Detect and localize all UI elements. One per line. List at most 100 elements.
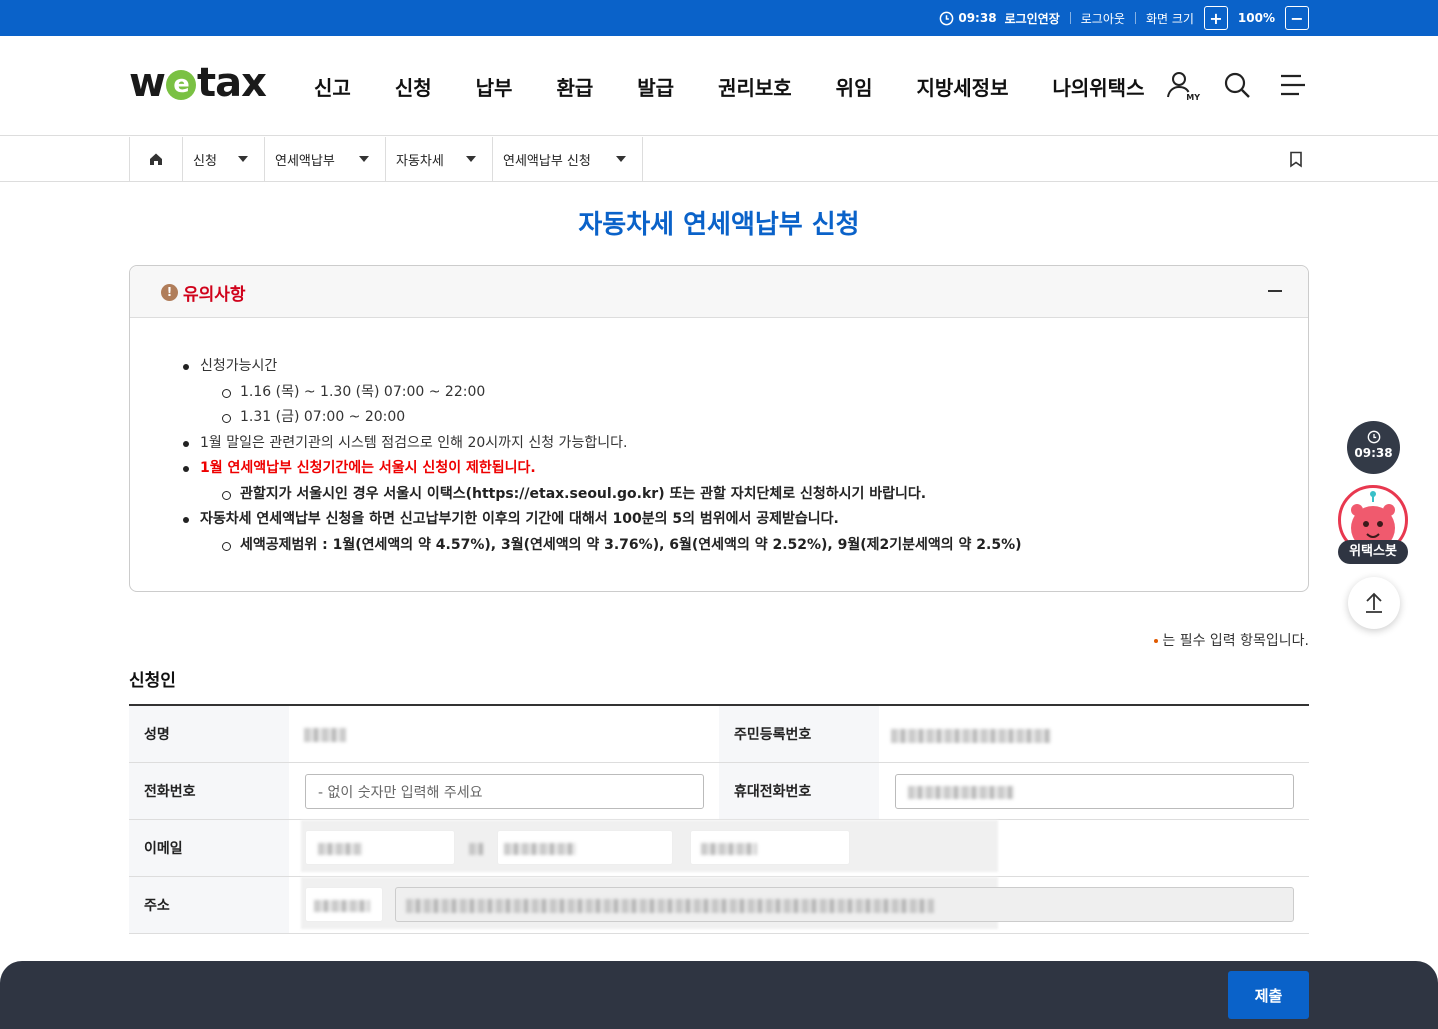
arrow-up-icon	[1366, 592, 1382, 613]
extend-login-button[interactable]: 로그인연장	[1005, 10, 1060, 27]
address-input[interactable]	[395, 887, 1294, 922]
nav-delegate[interactable]: 위임	[836, 72, 873, 101]
mobile-value-redacted	[908, 786, 1014, 799]
address-redacted	[406, 899, 934, 913]
address-label: 주소	[129, 877, 289, 933]
logout-button[interactable]: 로그아웃	[1081, 10, 1125, 27]
required-dot-icon	[1154, 639, 1159, 643]
nav-local-tax-info[interactable]: 지방세정보	[916, 72, 1008, 101]
home-icon	[150, 153, 162, 165]
email-domain-select[interactable]	[690, 830, 850, 865]
mobile-input[interactable]	[895, 774, 1294, 809]
notice-list: 신청가능시간 1.16 (목) ~ 1.30 (목) 07:00 ~ 22:00…	[183, 354, 1022, 559]
screen-size-label: 화면 크기	[1145, 11, 1194, 26]
notice-subitem: 관할지가 서울시인 경우 서울시 이택스(https://etax.seoul.…	[200, 482, 1022, 508]
logo-e-mark: e	[165, 70, 196, 100]
notice-item: 1월 말일은 관련기관의 시스템 점검으로 인해 20시까지 신청 가능합니다.	[183, 431, 1022, 457]
zipcode-input[interactable]	[305, 887, 383, 922]
notice-panel: ! 유의사항 신청가능시간 1.16 (목) ~ 1.30 (목) 07:00 …	[129, 265, 1309, 592]
session-time: 09:38	[958, 11, 997, 25]
notice-subitem: 1.31 (금) 07:00 ~ 20:00	[200, 405, 1022, 431]
breadcrumb-label: 신청	[193, 153, 217, 169]
form-row-address: 주소	[129, 877, 1309, 934]
phone-label: 전화번호	[129, 763, 289, 819]
floating-time: 09:38	[1354, 446, 1393, 460]
email-id-input[interactable]	[305, 830, 455, 865]
my-label: MY	[1186, 93, 1200, 102]
breadcrumb-label: 자동차세	[396, 153, 444, 169]
notice-item: 신청가능시간	[183, 354, 1022, 380]
name-label: 성명	[129, 706, 289, 762]
zoom-in-button[interactable]: +	[1203, 6, 1228, 30]
clock-icon	[940, 11, 954, 25]
notice-item-warning: 1월 연세액납부 신청기간에는 서울시 신청이 제한됩니다.	[183, 456, 1022, 482]
logo-text-w: w	[129, 60, 166, 106]
nav-report[interactable]: 신고	[314, 72, 351, 101]
clock-icon	[1367, 430, 1381, 444]
main-nav: 신고 신청 납부 환급 발급 권리보호 위임 지방세정보 나의위택스	[314, 72, 1188, 101]
session-timer: 09:38 로그인연장	[939, 10, 1060, 27]
nav-rights[interactable]: 권리보호	[718, 72, 792, 101]
email-label: 이메일	[129, 820, 289, 876]
zipcode-redacted	[314, 900, 370, 912]
breadcrumb: 신청 연세액납부 자동차세 연세액납부 신청	[0, 137, 1438, 182]
zoom-out-button[interactable]: −	[1285, 6, 1309, 30]
required-note: 는 필수 입력 항목입니다.	[1154, 630, 1309, 650]
bookmark-icon[interactable]	[1289, 151, 1303, 172]
exclamation-icon: !	[161, 284, 178, 301]
required-note-text: 는 필수 입력 항목입니다.	[1162, 633, 1309, 649]
session-timer-floating[interactable]: 09:38	[1347, 421, 1400, 474]
wetax-logo[interactable]: w e tax	[129, 60, 267, 106]
email-domain-redacted	[504, 843, 576, 855]
scroll-top-button[interactable]	[1348, 577, 1400, 629]
breadcrumb-home[interactable]	[129, 137, 182, 181]
email-domain-input[interactable]	[497, 830, 673, 865]
form-row-email: 이메일	[129, 820, 1309, 877]
search-icon[interactable]	[1222, 70, 1252, 100]
breadcrumb-item-annual-apply[interactable]: 연세액납부 신청	[492, 137, 643, 181]
email-at-redacted	[469, 843, 483, 855]
bottom-action-bar	[0, 961, 1438, 1029]
header-icons: MY	[1166, 70, 1308, 102]
chevron-down-icon	[466, 156, 476, 162]
site-header: w e tax 신고 신청 납부 환급 발급 권리보호 위임 지방세정보 나의위택스…	[0, 36, 1438, 136]
rrn-label: 주민등록번호	[719, 706, 879, 762]
breadcrumb-item-vehicle-tax[interactable]: 자동차세	[385, 137, 492, 181]
nav-apply[interactable]: 신청	[395, 72, 432, 101]
phone-input[interactable]: - 없이 숫자만 입력해 주세요	[305, 774, 704, 809]
notice-header[interactable]: ! 유의사항	[130, 266, 1308, 318]
breadcrumb-item-annual-payment[interactable]: 연세액납부	[264, 137, 385, 181]
email-id-redacted	[318, 843, 362, 855]
notice-title: 유의사항	[183, 285, 246, 305]
notice-subitem: 1.16 (목) ~ 1.30 (목) 07:00 ~ 22:00	[200, 380, 1022, 406]
submit-button[interactable]: 제출	[1228, 971, 1309, 1019]
collapse-icon[interactable]	[1268, 290, 1282, 292]
form-row-name: 성명 주민등록번호	[129, 706, 1309, 763]
rrn-value-redacted	[891, 729, 1051, 743]
divider	[1069, 12, 1071, 24]
breadcrumb-label: 연세액납부	[275, 153, 335, 169]
notice-item: 자동차세 연세액납부 신청을 하면 신고납부기한 이후의 기간에 대해서 100…	[183, 507, 1022, 533]
name-value-redacted	[304, 728, 346, 742]
divider	[1134, 12, 1136, 24]
wetax-bot-label[interactable]: 위택스봇	[1338, 540, 1408, 564]
email-select-redacted	[701, 843, 757, 855]
my-page-icon[interactable]: MY	[1166, 70, 1200, 102]
page-title: 자동차세 연세액납부 신청	[578, 210, 860, 240]
breadcrumb-item-apply[interactable]: 신청	[182, 137, 264, 181]
chevron-down-icon	[616, 156, 626, 162]
mobile-label: 휴대전화번호	[719, 763, 879, 819]
logo-text-tax: tax	[196, 60, 267, 106]
applicant-form: 성명 주민등록번호 전화번호 - 없이 숫자만 입력해 주세요 휴대전화번호 이…	[129, 704, 1309, 934]
menu-icon[interactable]	[1278, 70, 1308, 100]
nav-refund[interactable]: 환급	[556, 72, 593, 101]
nav-pay[interactable]: 납부	[476, 72, 513, 101]
utility-bar-inner: 09:38 로그인연장 로그아웃 화면 크기 + 100% −	[939, 0, 1309, 36]
section-title-applicant: 신청인	[129, 671, 176, 691]
nav-my-wetax[interactable]: 나의위택스	[1052, 72, 1144, 101]
breadcrumb-label: 연세액납부 신청	[503, 153, 591, 169]
form-row-phone: 전화번호 - 없이 숫자만 입력해 주세요 휴대전화번호	[129, 763, 1309, 820]
nav-issue[interactable]: 발급	[637, 72, 674, 101]
notice-subitem: 세액공제범위 : 1월(연세액의 약 4.57%), 3월(연세액의 약 3.7…	[200, 533, 1022, 559]
chevron-down-icon	[238, 156, 248, 162]
